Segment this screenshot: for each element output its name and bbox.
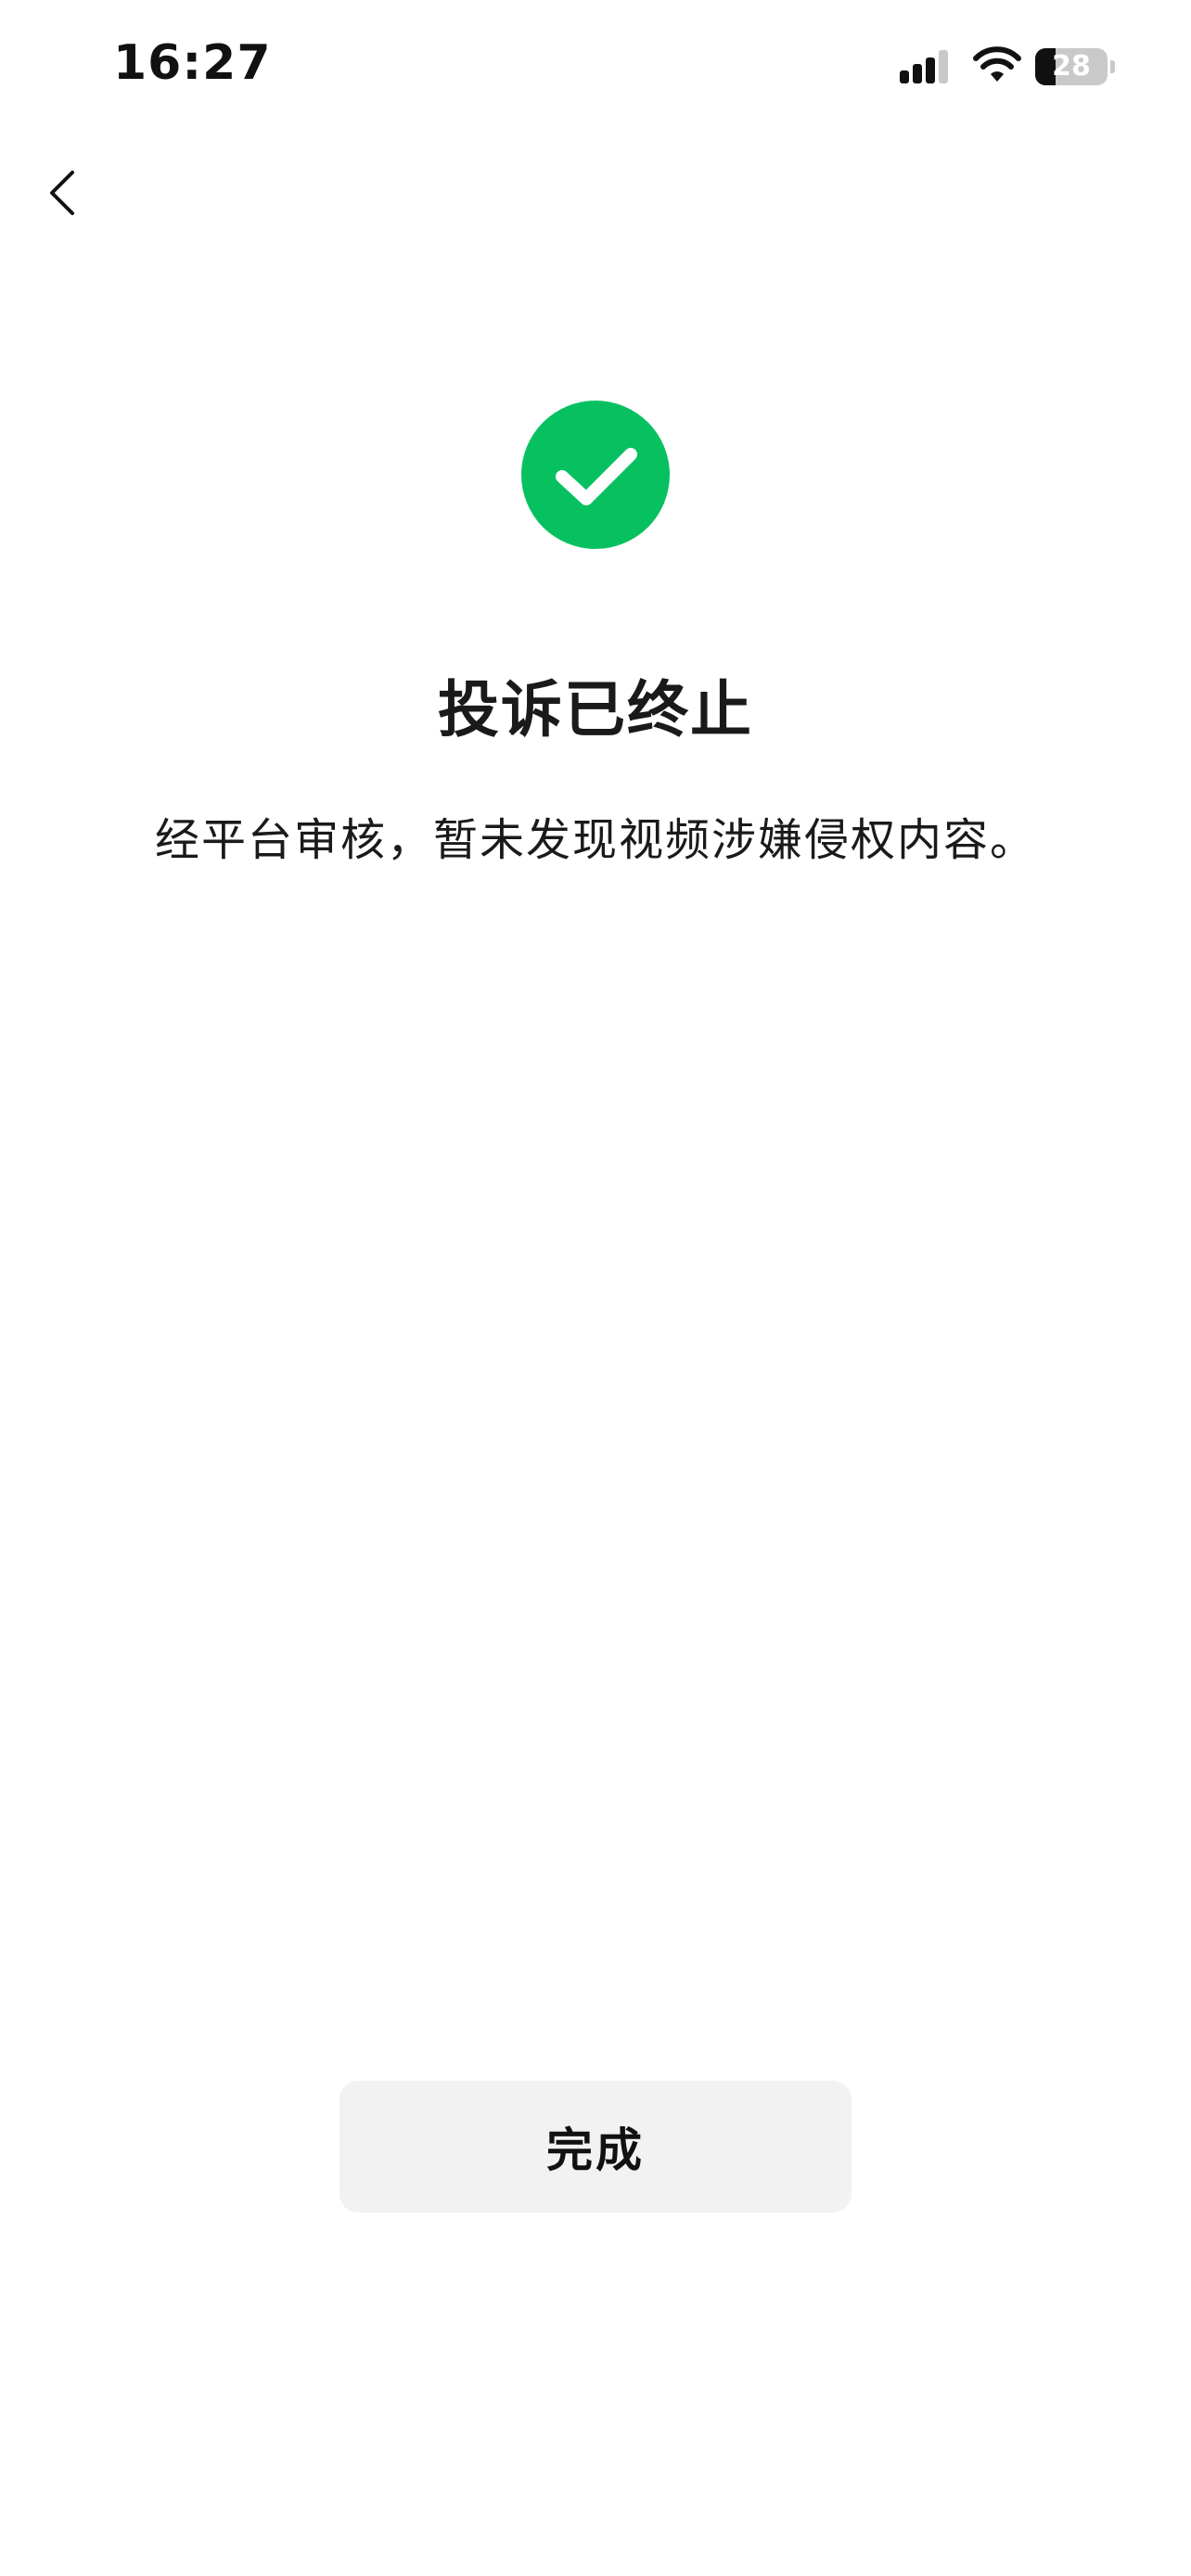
- status-time: 16:27: [113, 35, 272, 91]
- cellular-signal-icon: [900, 50, 948, 83]
- battery-icon: 28: [1035, 48, 1115, 85]
- done-button[interactable]: 完成: [339, 2081, 852, 2213]
- battery-level: 28: [1052, 50, 1091, 83]
- status-bar: 16:27 28: [0, 0, 1191, 139]
- check-circle-icon: [521, 401, 670, 549]
- result-title: 投诉已终止: [438, 674, 753, 746]
- checkmark-icon: [556, 448, 637, 505]
- chevron-left-icon: [50, 171, 74, 215]
- back-button[interactable]: [28, 156, 102, 230]
- result-description: 经平台审核，暂未发现视频涉嫌侵权内容。: [154, 814, 1036, 866]
- wifi-icon: [973, 46, 1021, 82]
